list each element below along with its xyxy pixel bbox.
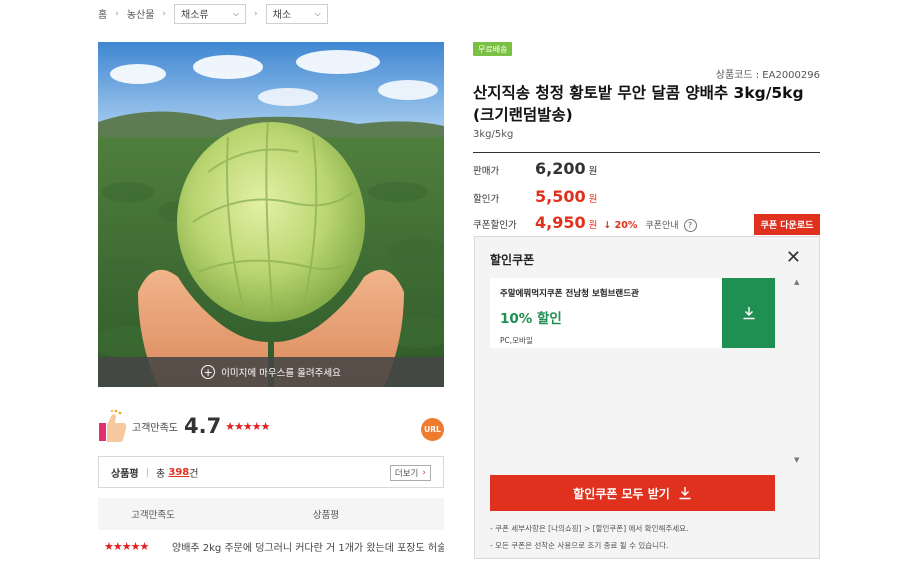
chevron-right-icon: › [162,8,167,19]
zoom-plus-icon: + [201,365,216,379]
arrow-down-icon: ↓ [603,220,612,231]
title-divider [473,152,820,153]
satisfaction-score: 4.7 [184,414,222,438]
product-title-line2: (크기랜덤발송) [473,106,573,124]
customer-satisfaction: 고객만족도 4.7 ★★★★★ URL [98,406,444,446]
discount-rate-value: 20% [614,220,638,231]
more-reviews-button[interactable]: 더보기 › [389,465,431,481]
thumbs-up-icon [99,409,127,442]
divider: | [145,466,149,478]
coupon-note: - 모든 쿠폰은 선착순 사용으로 조기 종료 될 수 있습니다. [490,541,669,550]
currency-unit: 원 [588,166,598,177]
chevron-right-icon: › [254,8,258,19]
review-count[interactable]: 398 [168,467,189,478]
coupon-download-button[interactable]: 쿠폰 다운로드 [754,214,820,235]
review-table-header: 고객만족도 상품평 [98,498,444,530]
coupon-details: 주말에뭐먹지쿠폰 전남청 보험브랜드관 10% 할인 PC,모바일 [490,278,722,348]
satisfaction-stars: ★★★★★ [225,419,270,433]
chevron-right-icon: › [115,8,119,19]
review-title: 상품평 [111,468,139,480]
review-count-suffix: 건 [189,468,199,480]
satisfaction-label: 고객만족도 [132,422,178,434]
currency-unit: 원 [588,194,598,205]
coupon-info-link[interactable]: 쿠폰안내 [645,218,678,231]
coupon-notes: - 쿠폰 세부사항은 [나의쇼핑] > [할인쿠폰] 에서 확인해주세요. - … [490,520,688,554]
url-share-button[interactable]: URL [421,418,444,441]
breadcrumb: 홈 › 농산물 › 채소류 ⌵ › 채소 ⌵ [98,3,328,24]
review-text[interactable]: 양배추 2kg 주문에 덩그러니 커다란 거 1개가 왔는데 포장도 허술하고.… [168,539,444,554]
discount-price-row: 할인가 5,500 원 [473,187,597,206]
image-hover-hint: + 이미지에 마우스를 올려주세요 [98,357,444,387]
product-image[interactable]: + 이미지에 마우스를 올려주세요 [98,42,444,387]
coupon-panel-title: 할인쿠폰 [490,253,535,267]
coupon-note-text: 모든 쿠폰은 선착순 사용으로 조기 종료 될 수 있습니다. [495,541,669,550]
download-all-coupons-button[interactable]: 할인쿠폰 모두 받기 [490,475,775,511]
coupon-price-value: 4,950 [535,213,586,232]
coupon-rate: 10% 할인 [500,311,562,327]
product-title: 산지직송 청정 황토밭 무안 달콤 양배추 3kg/5kg (크기랜덤발송) [473,82,823,126]
scroll-up-icon[interactable]: ▲ [794,278,799,286]
chevron-down-icon: ⌵ [232,8,240,18]
download-icon [679,487,691,500]
review-stars: ★★★★★ [104,539,149,553]
free-shipping-badge: 무료배송 [473,42,513,56]
download-all-label: 할인쿠폰 모두 받기 [573,486,670,501]
sale-price-row: 판매가 6,200 원 [473,159,597,178]
subcategory-select-value: 채소 [272,10,292,21]
category-select[interactable]: 채소류 ⌵ [174,3,247,24]
breadcrumb-category[interactable]: 농산물 [127,6,155,21]
image-hover-text: 이미지에 마우스를 올려주세요 [221,368,341,379]
coupon-price-row: 쿠폰할인가 4,950 원 ↓ 20% 쿠폰안내 ? [473,213,697,232]
table-row[interactable]: ★★★★★ 양배추 2kg 주문에 덩그러니 커다란 거 1개가 왔는데 포장도… [98,530,444,562]
discount-price-label: 할인가 [473,194,500,205]
sale-price-value: 6,200 [535,159,586,178]
review-count-prefix: 총 [155,468,166,480]
review-table: 고객만족도 상품평 ★★★★★ 양배추 2kg 주문에 덩그러니 커다란 거 1… [98,498,444,562]
coupon-price-label: 쿠폰할인가 [473,220,517,231]
close-icon[interactable]: ✕ [786,249,801,267]
column-header: 상품평 [312,510,340,521]
currency-unit: 원 [588,220,598,231]
coupon-name: 주말에뭐먹지쿠폰 전남청 보험브랜드관 [500,289,639,299]
breadcrumb-home[interactable]: 홈 [98,6,107,21]
coupon-panel: 할인쿠폰 ✕ 주말에뭐먹지쿠폰 전남청 보험브랜드관 10% 할인 PC,모바일… [474,236,820,559]
chevron-right-icon: › [422,468,426,478]
chevron-down-icon: ⌵ [314,8,321,18]
discount-price-value: 5,500 [535,187,586,206]
product-code: 상품코드 : EA2000296 [715,70,820,81]
review-summary: 상품평 | 총 398 건 더보기 › [98,456,444,488]
subcategory-select[interactable]: 채소 ⌵ [265,3,328,24]
help-icon[interactable]: ? [683,219,697,232]
product-option-summary: 3kg/5kg [473,129,514,140]
coupon-note-text: 쿠폰 세부사항은 [나의쇼핑] > [할인쿠폰] 에서 확인해주세요. [495,524,689,533]
coupon-device: PC,모바일 [500,336,533,345]
coupon-card: 주말에뭐먹지쿠폰 전남청 보험브랜드관 10% 할인 PC,모바일 [490,278,775,348]
more-label: 더보기 [394,469,419,479]
coupon-download-icon-button[interactable] [722,278,775,348]
download-icon [743,307,754,320]
product-title-line1: 산지직송 청정 황토밭 무안 달콤 양배추 3kg/5kg [473,84,804,102]
coupon-note: - 쿠폰 세부사항은 [나의쇼핑] > [할인쿠폰] 에서 확인해주세요. [490,524,689,533]
cabbage-photo [98,42,444,387]
scroll-down-icon[interactable]: ▼ [794,456,799,464]
sale-price-label: 판매가 [473,166,500,177]
scrollbar[interactable]: ▲ ▼ [793,278,803,464]
discount-rate: ↓ 20% [603,220,637,231]
column-header: 고객만족도 [131,510,175,521]
category-select-value: 채소류 [181,10,209,21]
